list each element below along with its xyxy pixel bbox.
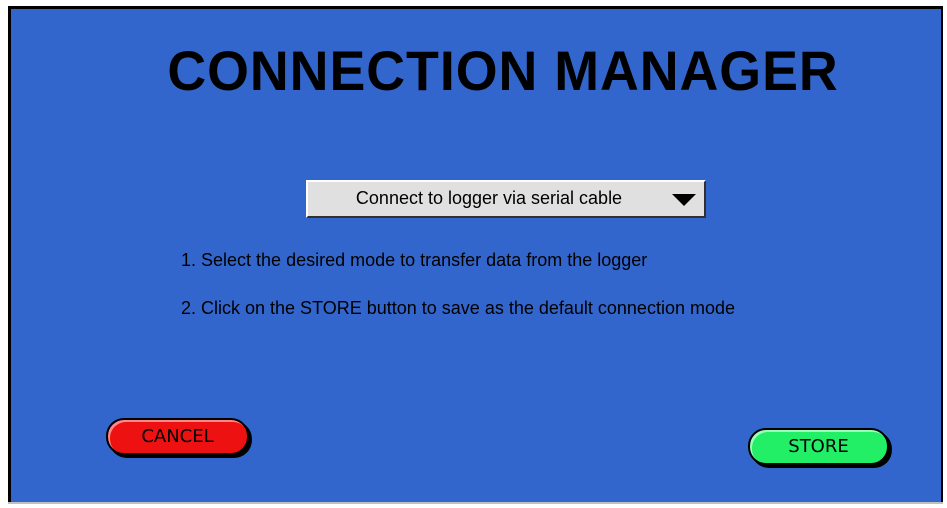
store-button[interactable]: STORE bbox=[748, 428, 889, 465]
instruction-item: 2. Click on the STORE button to save as … bbox=[181, 298, 735, 318]
window-bottom-edge bbox=[8, 502, 943, 504]
instruction-item: 1. Select the desired mode to transfer d… bbox=[181, 250, 648, 270]
instructions-list: 1. Select the desired mode to transfer d… bbox=[181, 250, 735, 346]
cancel-button[interactable]: CANCEL bbox=[106, 418, 249, 455]
connection-manager-window: CONNECTION MANAGER Connect to logger via… bbox=[8, 6, 943, 502]
connection-mode-selected-value: Connect to logger via serial cable bbox=[355, 188, 623, 208]
dropdown-arrow-icon bbox=[672, 194, 696, 206]
connection-mode-dropdown[interactable]: Connect to logger via serial cable bbox=[306, 180, 706, 218]
page-title: CONNECTION MANAGER bbox=[167, 39, 839, 102]
